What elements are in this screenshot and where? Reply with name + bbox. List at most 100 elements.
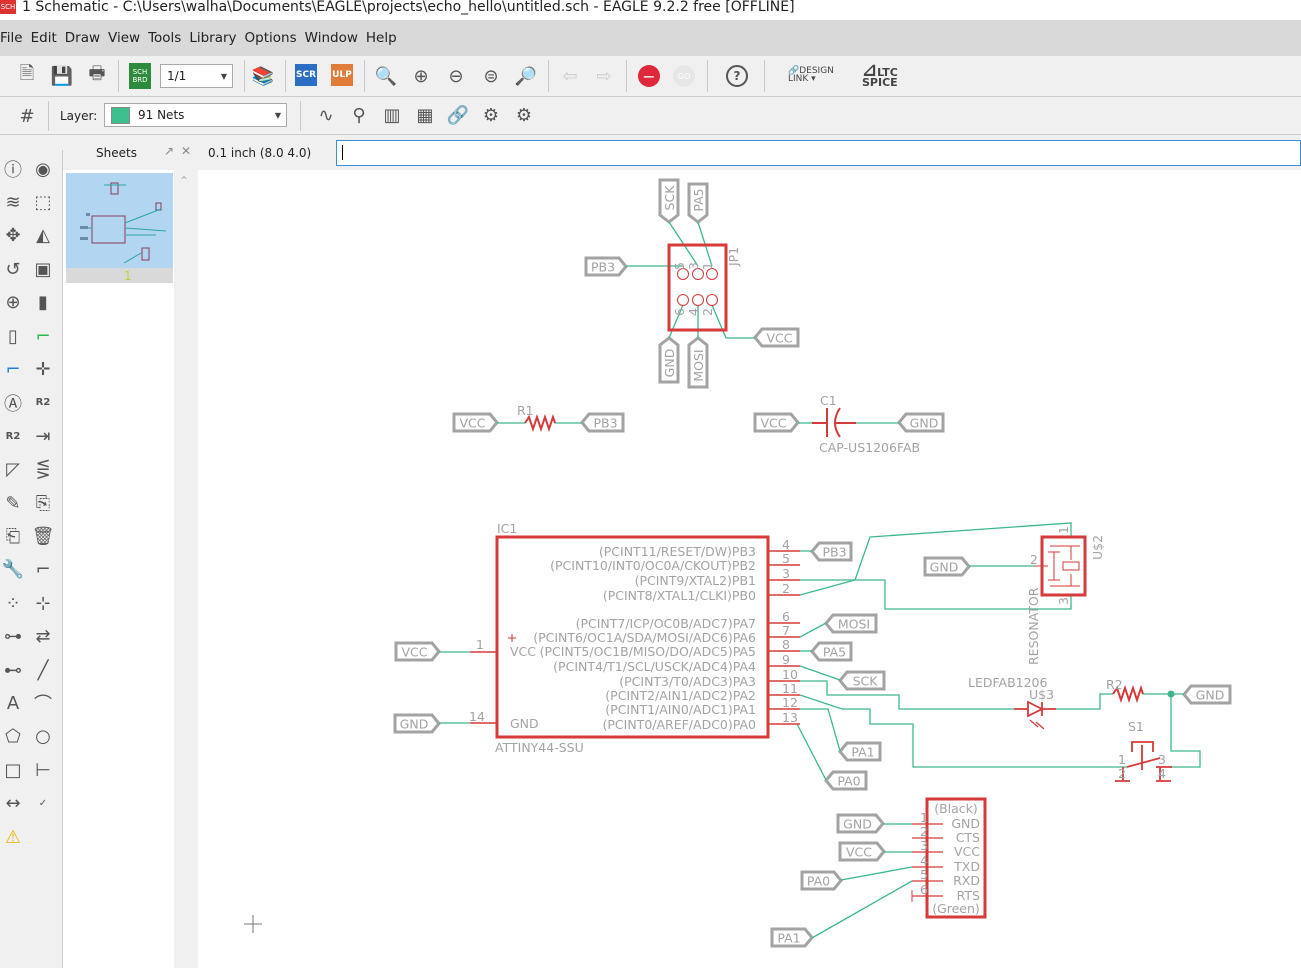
jp1-name: JP1 xyxy=(726,247,741,267)
led-arrows xyxy=(1029,719,1045,730)
net-label[interactable]: PA1 xyxy=(770,927,814,948)
led-name: U$3 xyxy=(1029,687,1054,702)
net-label[interactable]: PB3 xyxy=(584,256,628,277)
ic1-pin-number: 5 xyxy=(782,551,790,566)
net-label-text: SCK xyxy=(662,185,677,211)
net-label-text: PA0 xyxy=(837,774,860,789)
origin-crosshair xyxy=(244,915,262,933)
net-label[interactable]: VCC xyxy=(753,327,800,348)
net-label-text: VCC xyxy=(401,645,427,660)
net-label-text: PA1 xyxy=(777,931,800,946)
led-symbol xyxy=(1014,700,1056,718)
net-label-text: GND xyxy=(843,817,872,832)
ic1-pin-label: (PCINT6/OC1A/SDA/MOSI/ADC6)PA6 xyxy=(533,630,756,645)
net-label[interactable]: PA5 xyxy=(810,641,853,662)
net-label-text: GND xyxy=(910,416,939,431)
ftdi-pin-number: 3 xyxy=(920,838,928,853)
ic1-pin-number: 13 xyxy=(782,710,798,725)
net-label-text: PB3 xyxy=(822,545,846,560)
net-label-text: MOSI xyxy=(838,617,870,632)
wire[interactable] xyxy=(799,665,841,681)
ic1-pin-label: (PCINT11/RESET/DW)PB3 xyxy=(599,544,756,559)
net-label[interactable]: VCC xyxy=(394,641,441,662)
ic1-pin-label: (PCINT1/AIN0/ADC1)PA1 xyxy=(605,702,756,717)
ftdi-pin-label: TXD xyxy=(953,859,980,874)
u2-pin-number: 3 xyxy=(1056,597,1071,605)
s1-pin-number: 1 xyxy=(1118,752,1126,767)
c1-name: C1 xyxy=(820,393,837,408)
wire[interactable] xyxy=(1170,694,1201,768)
symbols xyxy=(470,243,1172,919)
ic1-pin-label: (PCINT0/AREF/ADC0)PA0 xyxy=(603,717,757,732)
wire[interactable] xyxy=(799,622,827,638)
wire[interactable] xyxy=(840,866,913,881)
net-label[interactable]: GND xyxy=(658,336,680,384)
u2-value: RESONATOR xyxy=(1026,587,1041,665)
net-label-text: VCC xyxy=(766,331,792,346)
net-label[interactable]: PA0 xyxy=(824,770,868,791)
net-label-text: PB3 xyxy=(593,416,617,431)
wire[interactable] xyxy=(1056,693,1113,710)
ftdi-pin-label: CTS xyxy=(956,830,980,845)
net-label-text: GND xyxy=(662,349,677,378)
net-label[interactable]: PA5 xyxy=(687,182,709,224)
ic1-pin-number: 7 xyxy=(782,623,790,638)
ic1-pin-number: 4 xyxy=(782,537,790,552)
net-label[interactable]: SCK xyxy=(658,178,680,224)
symbol-texts: JP15 3 16 4 2R1C1CAP-US1206FABIC1ATTINY44-SS… xyxy=(469,247,1166,916)
r2-name: R2 xyxy=(1106,677,1123,692)
net-label[interactable]: MOSI xyxy=(687,336,709,389)
net-label-text: PB3 xyxy=(591,260,615,275)
net-label[interactable]: VCC xyxy=(838,841,886,862)
net-label[interactable]: PA1 xyxy=(838,741,882,762)
ic1-pin-label: VCC xyxy=(510,644,536,659)
net-label-text: SCK xyxy=(853,674,879,689)
net-label-text: GND xyxy=(1196,688,1225,703)
ic1-pin-number: 6 xyxy=(782,609,790,624)
net-label[interactable]: GND xyxy=(393,713,441,734)
net-label-text: VCC xyxy=(459,416,485,431)
net-label[interactable]: VCC xyxy=(753,412,800,433)
ic1-pin-number: 2 xyxy=(782,581,790,596)
ftdi-pin-label: RXD xyxy=(953,873,980,888)
net-label-text: PA5 xyxy=(691,188,706,211)
net-label[interactable]: MOSI xyxy=(824,613,878,634)
net-label[interactable]: PA0 xyxy=(800,870,843,891)
net-label[interactable]: GND xyxy=(836,813,885,834)
jp1-pin-number: 4 xyxy=(686,308,701,316)
jp1-pin-number: 1 xyxy=(700,262,715,270)
net-label-text: PA5 xyxy=(823,645,846,660)
ftdi-pin-label: RTS xyxy=(957,888,980,903)
net-label[interactable]: VCC xyxy=(452,412,499,433)
jp1-pin-number: 3 xyxy=(686,262,701,270)
wire[interactable] xyxy=(796,723,827,781)
c1-capacitor xyxy=(812,408,828,437)
net-label[interactable]: SCK xyxy=(838,670,886,691)
net-label[interactable]: PB3 xyxy=(810,541,853,562)
net-label-text: VCC xyxy=(760,416,786,431)
net-label[interactable]: GND xyxy=(923,556,971,577)
r1-resistor xyxy=(524,413,556,433)
ic1-pin-label: (PCINT4/T1/SCL/USCK/ADC4)PA4 xyxy=(553,659,756,674)
s1-pin-number: 4 xyxy=(1158,766,1166,781)
wire[interactable] xyxy=(800,708,841,752)
net-label[interactable]: GND xyxy=(897,412,945,433)
u2-name: U$2 xyxy=(1090,535,1105,560)
ic1-pin-number: 10 xyxy=(782,667,798,682)
ic1-pin-label: (PCINT5/OC1B/MISO/DO/ADC5)PA5 xyxy=(540,644,756,659)
u2-pin-number: 1 xyxy=(1056,526,1071,534)
ftdi-pin-number: 6 xyxy=(920,882,928,897)
ftdi-pin-label: GND xyxy=(951,816,980,831)
ic1-pin-number: 1 xyxy=(476,637,484,652)
net-label[interactable]: PB3 xyxy=(580,412,625,433)
ic1-pin-number: 11 xyxy=(782,681,798,696)
c1-curved-plate xyxy=(834,407,856,438)
ftdi-bottom-label: (Green) xyxy=(932,901,980,916)
ic1-pin-number: 8 xyxy=(782,637,790,652)
ic1-pin-number: 12 xyxy=(782,695,798,710)
wire[interactable] xyxy=(711,304,755,339)
net-label[interactable]: GND xyxy=(1182,684,1232,705)
jp1-pin xyxy=(692,294,704,306)
jp1-pin-number: 5 xyxy=(672,262,687,270)
ic1-pin-label: (PCINT3/T0/ADC3)PA3 xyxy=(619,674,756,689)
